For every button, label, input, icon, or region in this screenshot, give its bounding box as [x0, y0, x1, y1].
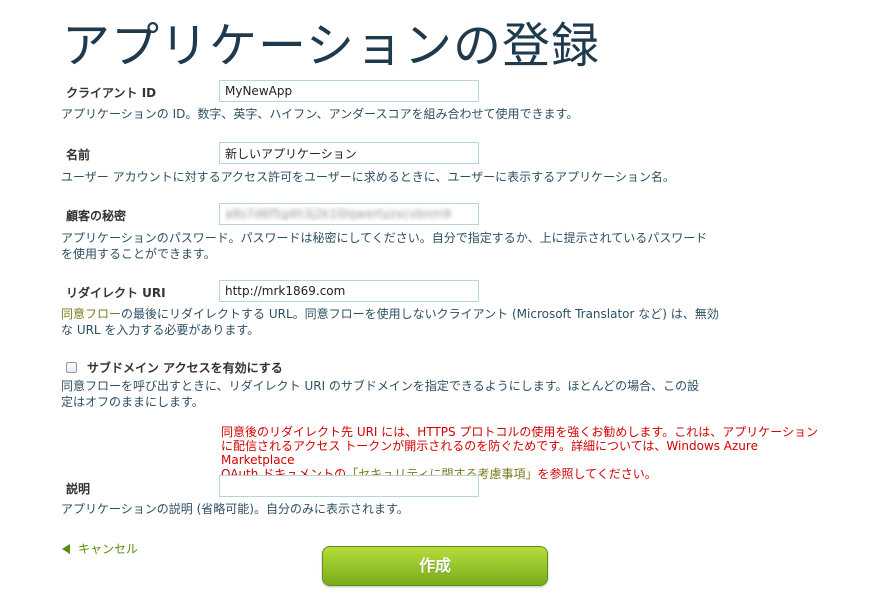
client-id-description: アプリケーションの ID。数字、英字、ハイフン、アンダースコアを組み合わせて使用… [61, 107, 579, 121]
redirect-uri-input[interactable] [219, 280, 479, 302]
cancel-link[interactable]: キャンセル [62, 540, 138, 557]
consent-flow-link[interactable]: 同意フロー [61, 307, 121, 321]
subdomain-access-row[interactable]: サブドメイン アクセスを有効にする [66, 359, 283, 376]
https-warning-line2: に配信されるアクセス トークンが開示されるのを防ぐためです。詳細については、Wi… [221, 439, 758, 467]
redirect-uri-description-line1-text: の最後にリダイレクトする URL。同意フローを使用しないクライアント (Micr… [121, 307, 719, 321]
create-button[interactable]: 作成 [322, 546, 548, 586]
subdomain-access-checkbox[interactable] [66, 362, 77, 373]
redirect-uri-label: リダイレクト URI [66, 286, 166, 300]
client-id-label: クライアント ID [66, 86, 157, 100]
client-id-input[interactable] [219, 80, 479, 102]
name-label: 名前 [66, 148, 91, 162]
description-help: アプリケーションの説明 (省略可能)。自分のみに表示されます。 [61, 502, 409, 516]
client-secret-input[interactable] [219, 203, 479, 225]
description-label: 説明 [66, 482, 91, 496]
redirect-uri-description-line2: な URL を入力する必要があります。 [61, 323, 260, 337]
back-arrow-icon [62, 543, 70, 554]
https-warning-line3-post: を参照してください。 [537, 467, 657, 481]
subdomain-access-label: サブドメイン アクセスを有効にする [87, 361, 283, 375]
description-input[interactable] [219, 475, 479, 497]
name-description: ユーザー アカウントに対するアクセス許可をユーザーに求めるときに、ユーザーに表示… [61, 170, 675, 184]
https-warning: 同意後のリダイレクト先 URI には、HTTPS プロトコルの使用を強くお勧めし… [221, 425, 831, 481]
client-secret-description: アプリケーションのパスワード。パスワードは秘密にしてください。自分で指定するか、… [61, 230, 707, 262]
client-secret-label: 顧客の秘密 [66, 209, 127, 223]
subdomain-access-description-line1: 同意フローを呼び出すときに、リダイレクト URI のサブドメインを指定できるよう… [61, 379, 700, 393]
name-input[interactable] [219, 142, 479, 164]
client-secret-description-line1: アプリケーションのパスワード。パスワードは秘密にしてください。自分で指定するか、… [61, 231, 708, 245]
redirect-uri-description: 同意フローの最後にリダイレクトする URL。同意フローを使用しないクライアント … [61, 306, 719, 338]
https-warning-line1: 同意後のリダイレクト先 URI には、HTTPS プロトコルの使用を強くお勧めし… [221, 425, 818, 439]
subdomain-access-description-line2: 定はオフのままにします。 [61, 395, 204, 409]
redirect-uri-description-line1: 同意フローの最後にリダイレクトする URL。同意フローを使用しないクライアント … [61, 306, 719, 322]
subdomain-access-description: 同意フローを呼び出すときに、リダイレクト URI のサブドメインを指定できるよう… [61, 378, 699, 410]
page-title: アプリケーションの登録 [62, 18, 601, 74]
client-secret-description-line2: を使用することができます。 [61, 247, 216, 261]
cancel-label: キャンセル [78, 542, 139, 556]
